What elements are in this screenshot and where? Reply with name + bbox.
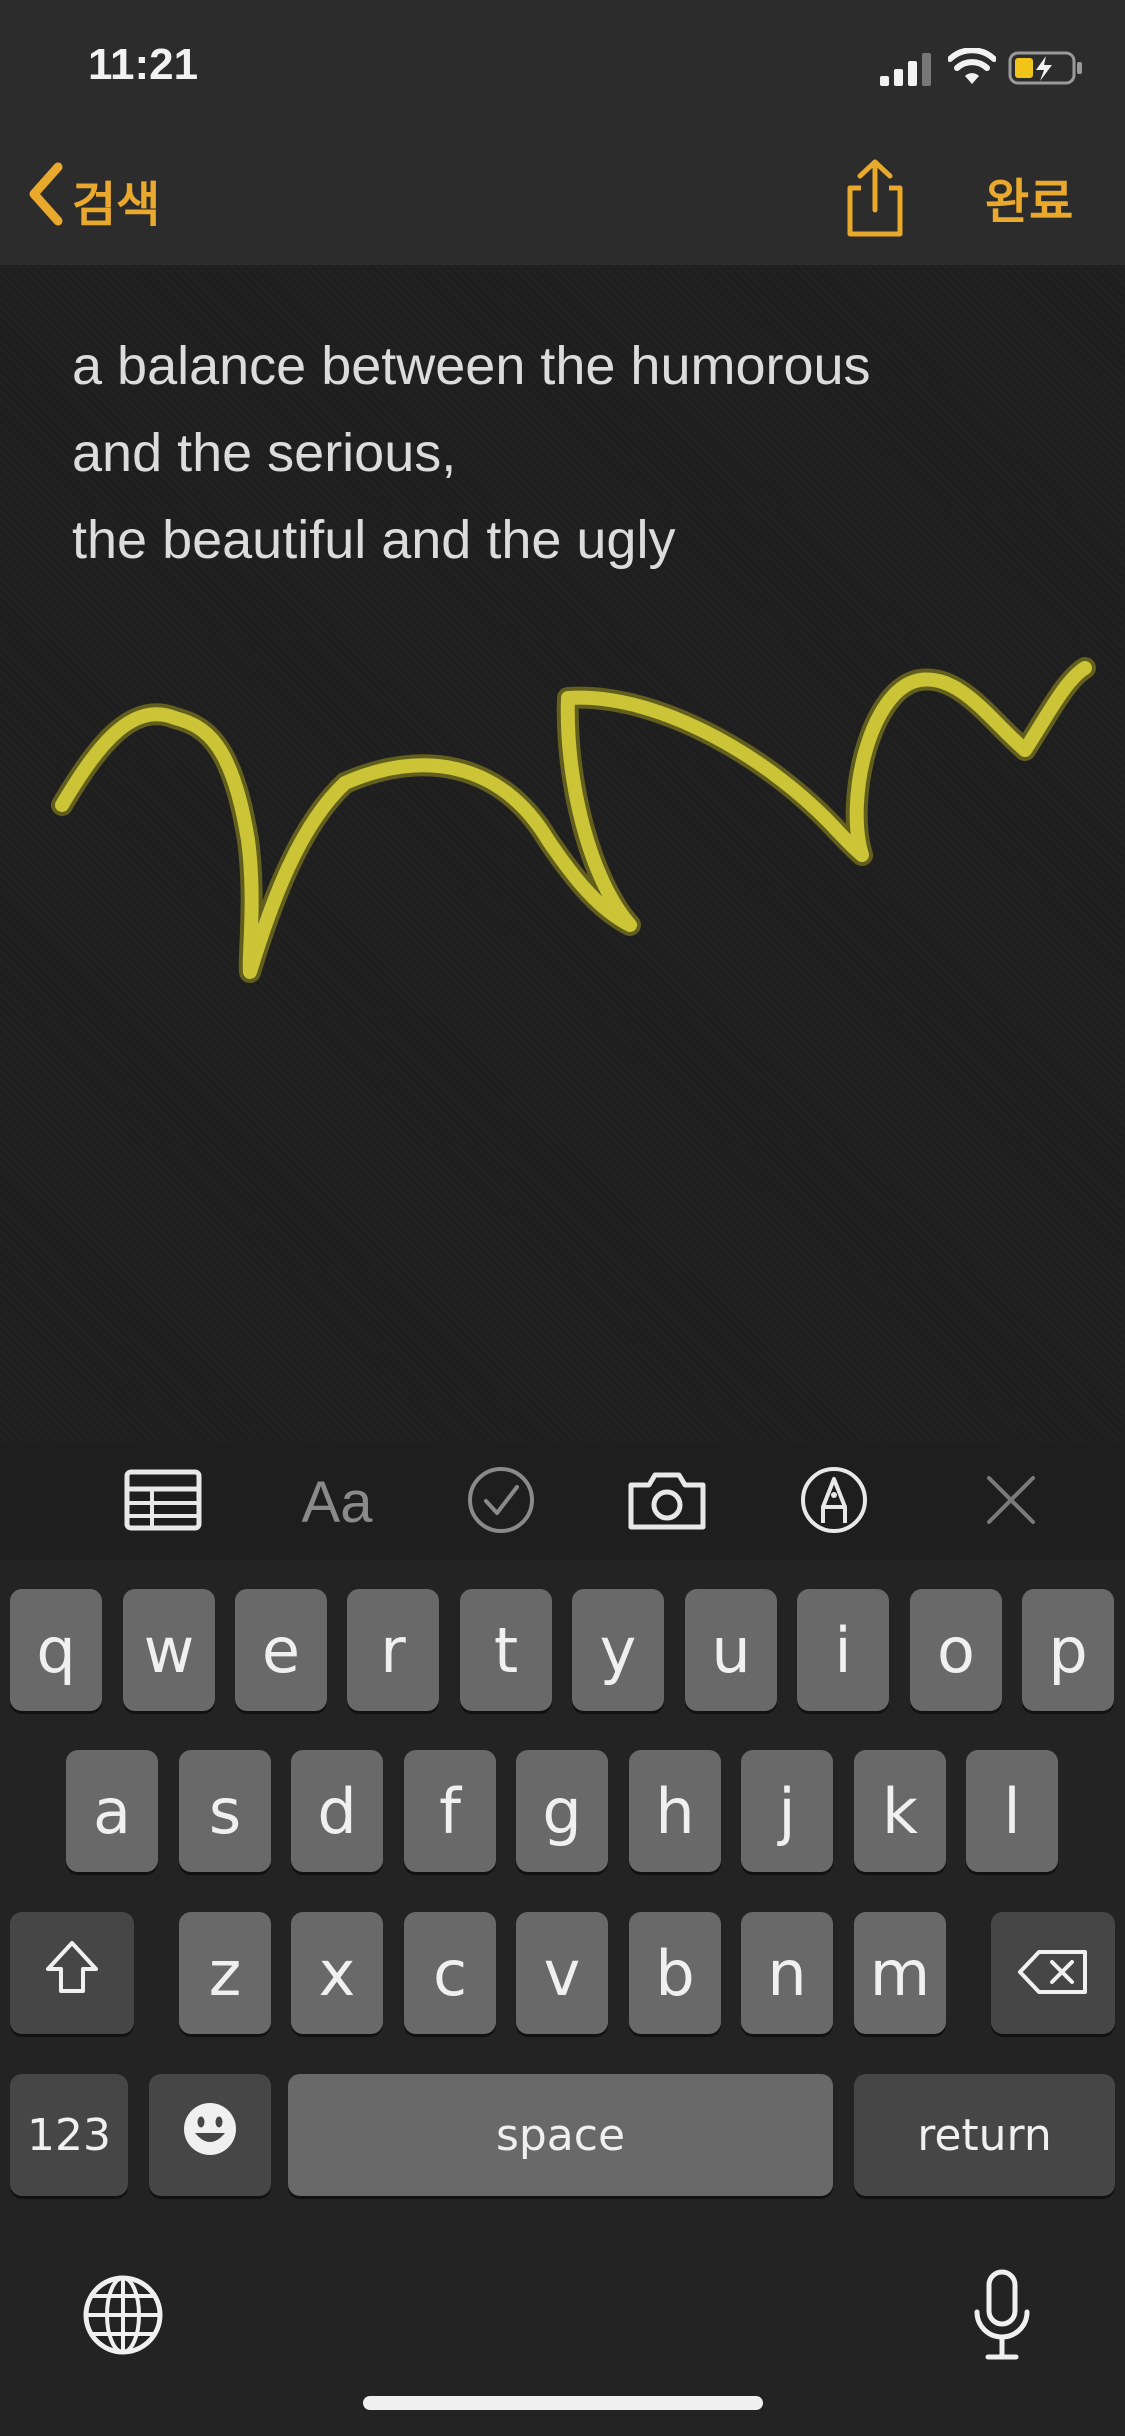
highlighter-drawing bbox=[51, 657, 1096, 983]
navigation-bar bbox=[0, 135, 1125, 265]
key-m[interactable]: m bbox=[854, 1912, 946, 2034]
key-j[interactable]: j bbox=[741, 1750, 833, 1872]
key-k[interactable]: k bbox=[854, 1750, 946, 1872]
note-text-line: the beautiful and the ugly bbox=[72, 510, 676, 570]
key-w[interactable]: w bbox=[123, 1589, 215, 1711]
wifi-icon bbox=[947, 47, 997, 91]
note-text-line: and the serious, bbox=[72, 423, 457, 483]
key-c[interactable]: c bbox=[404, 1912, 496, 2034]
format-text-button[interactable]: Aa bbox=[282, 1450, 392, 1555]
markup-button[interactable] bbox=[779, 1450, 889, 1555]
key-a[interactable]: a bbox=[66, 1750, 158, 1872]
key-p[interactable]: p bbox=[1022, 1589, 1114, 1711]
battery-charging-icon bbox=[1008, 50, 1084, 91]
emoji-face-icon bbox=[182, 2099, 238, 2172]
camera-icon bbox=[627, 1469, 707, 1536]
chevron-left-icon bbox=[24, 159, 68, 241]
close-toolbar-button[interactable] bbox=[956, 1450, 1066, 1555]
key-b[interactable]: b bbox=[629, 1912, 721, 2034]
shift-arrow-icon bbox=[42, 1937, 102, 2010]
key-f[interactable]: f bbox=[404, 1750, 496, 1872]
key-q[interactable]: q bbox=[10, 1589, 102, 1711]
microphone-icon[interactable] bbox=[972, 2268, 1032, 2367]
key-o[interactable]: o bbox=[910, 1589, 1002, 1711]
table-button[interactable] bbox=[108, 1450, 218, 1555]
key-l[interactable]: l bbox=[966, 1750, 1058, 1872]
share-icon[interactable] bbox=[838, 158, 912, 243]
camera-button[interactable] bbox=[612, 1450, 722, 1555]
home-indicator[interactable] bbox=[363, 2396, 763, 2410]
table-icon bbox=[124, 1469, 202, 1536]
key-g[interactable]: g bbox=[516, 1750, 608, 1872]
delete-key[interactable] bbox=[991, 1912, 1115, 2034]
emoji-key[interactable] bbox=[149, 2074, 271, 2196]
pen-tip-circle-icon bbox=[799, 1465, 869, 1540]
space-key[interactable]: space bbox=[288, 2074, 833, 2196]
return-key[interactable]: return bbox=[854, 2074, 1115, 2196]
numbers-key[interactable]: 123 bbox=[10, 2074, 128, 2196]
key-h[interactable]: h bbox=[629, 1750, 721, 1872]
key-v[interactable]: v bbox=[516, 1912, 608, 2034]
key-e[interactable]: e bbox=[235, 1589, 327, 1711]
shift-key[interactable] bbox=[10, 1912, 134, 2034]
key-x[interactable]: x bbox=[291, 1912, 383, 2034]
key-d[interactable]: d bbox=[291, 1750, 383, 1872]
globe-icon[interactable] bbox=[82, 2274, 164, 2361]
key-i[interactable]: i bbox=[797, 1589, 889, 1711]
key-u[interactable]: u bbox=[685, 1589, 777, 1711]
checklist-button[interactable] bbox=[446, 1450, 556, 1555]
key-n[interactable]: n bbox=[741, 1912, 833, 2034]
status-time: 11:21 bbox=[88, 40, 199, 89]
key-y[interactable]: y bbox=[572, 1589, 664, 1711]
key-t[interactable]: t bbox=[460, 1589, 552, 1711]
key-r[interactable]: r bbox=[347, 1589, 439, 1711]
back-button[interactable]: 검색 bbox=[24, 160, 160, 240]
back-button-label: 검색 bbox=[72, 179, 161, 232]
cellular-signal-icon bbox=[878, 52, 934, 91]
note-text-line: a balance between the humorous bbox=[72, 336, 871, 396]
backspace-icon bbox=[1017, 1937, 1089, 2010]
close-icon bbox=[983, 1472, 1039, 1533]
checkmark-circle-icon bbox=[466, 1465, 536, 1540]
key-z[interactable]: z bbox=[179, 1912, 271, 2034]
done-button[interactable]: 완료 bbox=[985, 162, 1073, 232]
key-s[interactable]: s bbox=[179, 1750, 271, 1872]
